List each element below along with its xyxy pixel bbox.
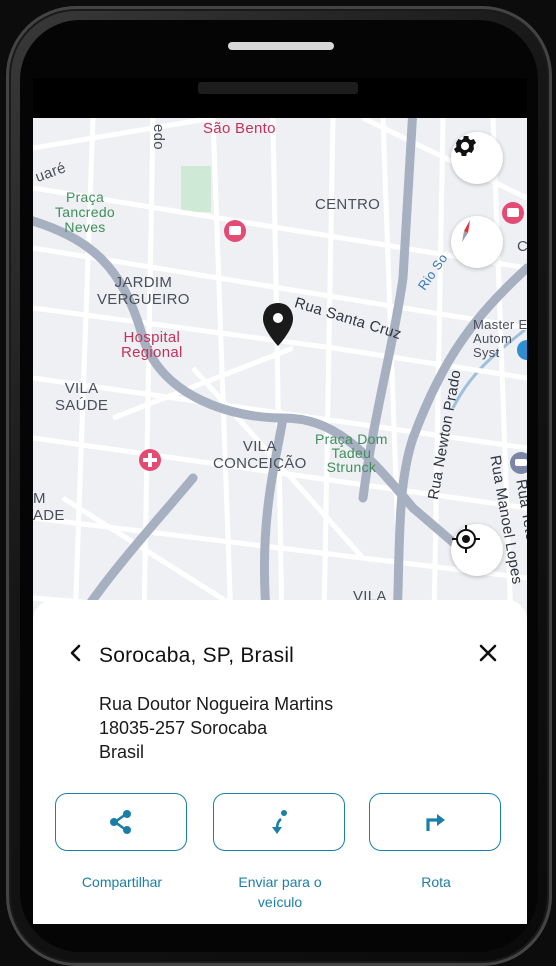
chevron-left-icon[interactable] (65, 642, 87, 664)
compass-button[interactable] (451, 216, 503, 268)
place-title: Sorocaba, SP, Brasil (99, 644, 295, 667)
map-view[interactable]: São Bento edo uaré CENTRO Praça Tancredo… (33, 118, 527, 678)
map-label-praca-dom-tadeu: Praça Dom Tadeu Strunck (315, 431, 388, 475)
map-label-vila-conceicao: VILA CONCEIÇÃO (213, 438, 307, 472)
place-detail-panel: Sorocaba, SP, Brasil Rua Doutor Nogueira… (33, 600, 527, 924)
map-label-centro: CENTRO (315, 196, 381, 213)
route-label: Rota (421, 874, 451, 890)
share-button[interactable] (55, 793, 187, 851)
map-label-edge-ca: Ca (517, 238, 527, 255)
send-to-vehicle-icon (272, 810, 287, 834)
address-line-1: Rua Doutor Nogueira Martins (99, 694, 334, 714)
address-line-3: Brasil (99, 742, 145, 762)
park-area (181, 166, 211, 212)
route-button[interactable] (369, 793, 501, 851)
poi-sao-bento (224, 220, 246, 242)
status-bar-title-ghost (198, 82, 358, 94)
map-label-sao-bento: São Bento (203, 120, 276, 137)
status-bar (33, 78, 527, 118)
poi-hospital (139, 449, 161, 471)
map-label-vila-saude: VILA SAÚDE (55, 380, 109, 414)
send-to-vehicle-button[interactable] (213, 793, 345, 851)
locate-button[interactable] (451, 524, 503, 576)
app-screen: São Bento edo uaré CENTRO Praça Tancredo… (33, 78, 527, 924)
share-icon (110, 810, 131, 834)
address-line-2: 18035-257 Sorocaba (99, 718, 268, 738)
share-label: Compartilhar (81, 874, 163, 890)
send-to-vehicle-label: Enviar para o veículo (238, 874, 322, 910)
settings-button[interactable] (451, 132, 503, 184)
phone-speaker (228, 42, 334, 50)
poi-camera-right (502, 202, 524, 224)
close-icon[interactable] (477, 642, 499, 664)
gear-icon (453, 135, 477, 157)
map-label-edge-ade: M ADE (33, 490, 65, 524)
poi-car-right (510, 452, 527, 474)
map-label-edge-edo: edo (150, 124, 167, 150)
compass-icon (462, 220, 470, 242)
map-label-hospital-regional: Hospital Regional (121, 329, 183, 361)
map-label-master: Master E Autom Syst (473, 317, 527, 360)
map-label-praca-tancredo: Praça Tancredo Neves (55, 189, 115, 235)
locate-icon (452, 525, 480, 553)
map-label-jardim-vergueiro: JARDIM VERGUEIRO (97, 274, 190, 308)
route-arrow-icon (426, 814, 445, 831)
